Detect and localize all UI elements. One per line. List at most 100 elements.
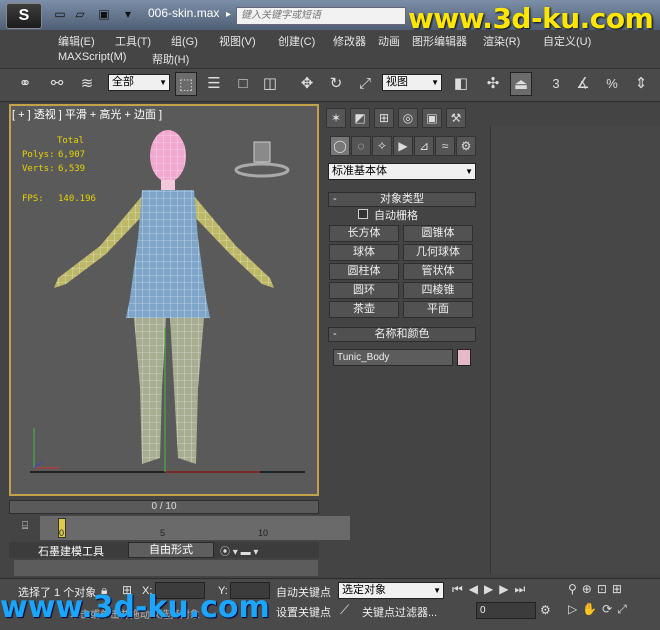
menu-help[interactable]: 帮助(H) (152, 51, 189, 67)
pyramid-button[interactable]: 四棱锥 (403, 282, 473, 299)
object-name-input[interactable]: Tunic_Body (333, 349, 453, 366)
key-filter-icon[interactable]: ⟋ (340, 602, 349, 618)
spacewarps-icon[interactable]: ≈ (435, 136, 455, 156)
tab-create-icon[interactable]: ✶ (326, 108, 346, 128)
unlink-icon[interactable]: ⚯ (46, 72, 68, 96)
pivot-center-icon[interactable]: ◧ (450, 72, 472, 96)
select-manipulate-icon[interactable]: ✣ (482, 72, 504, 96)
chevron-down-icon: ▼ (431, 78, 439, 87)
viewport-label[interactable]: [ + ] 透视 ] 平滑 + 高光 + 边面 ] (12, 106, 162, 122)
time-slider[interactable]: 0 / 10 (9, 500, 319, 514)
zoom-icon[interactable]: ⚲⊕⊡⊞ (568, 582, 627, 596)
autokey-mode-dropdown[interactable]: 选定对象 ▼ (338, 582, 444, 599)
setkey-button[interactable]: 设置关键点 (276, 604, 331, 620)
autokey-button[interactable]: 自动关键点 (276, 584, 331, 600)
playback-controls-icon[interactable]: ⏮◀▶▶⏭ (452, 582, 531, 597)
menu-rendering[interactable]: 渲染(R) (483, 33, 520, 49)
menu-create[interactable]: 创建(C) (278, 33, 315, 49)
bind-space-warp-icon[interactable]: ≋ (76, 72, 98, 96)
new-file-icon[interactable]: ▭ (52, 7, 68, 21)
helpers-icon[interactable]: ⊿ (414, 136, 434, 156)
reference-coord-dropdown[interactable]: 视图 ▼ (382, 74, 442, 91)
menu-tools[interactable]: 工具(T) (115, 33, 151, 49)
tab-modify-icon[interactable]: ◩ (350, 108, 370, 128)
primitive-category-value: 标准基本体 (332, 165, 387, 177)
move-icon[interactable]: ✥ (296, 72, 318, 96)
link-icon[interactable]: ⚭ (14, 72, 36, 96)
tab-utilities-icon[interactable]: ⚒ (446, 108, 466, 128)
time-config-icon[interactable]: ⚙ (540, 603, 551, 617)
current-frame-field[interactable]: 0 (476, 602, 536, 619)
ribbon-tab-graphite[interactable]: 石墨建模工具 (38, 543, 104, 559)
search-input[interactable]: 键入关键字或短语 (236, 7, 406, 25)
pan-orbit-icon[interactable]: ▷✋⟳⤢ (568, 602, 632, 617)
autogrid-checkbox[interactable] (358, 209, 368, 219)
select-by-name-icon[interactable]: ☰ (203, 72, 225, 96)
window-crossing-icon[interactable]: ◫ (259, 72, 281, 96)
tick-0: 0 (59, 528, 65, 538)
lights-icon[interactable]: ✧ (372, 136, 392, 156)
menu-edit[interactable]: 编辑(E) (58, 33, 95, 49)
tick-10: 10 (258, 528, 269, 538)
plane-button[interactable]: 平面 (403, 301, 473, 318)
selection-filter-dropdown[interactable]: 全部 ▼ (108, 74, 170, 91)
ribbon-panel (14, 560, 318, 576)
name-color-title: 名称和颜色 (374, 328, 430, 340)
right-empty-pane (490, 126, 660, 574)
select-object-icon[interactable]: ⬚ (175, 72, 197, 96)
cylinder-button[interactable]: 圆柱体 (329, 263, 399, 280)
tick-5: 5 (160, 528, 166, 538)
chevron-down-icon: ▼ (433, 586, 441, 595)
selection-filter-value: 全部 (112, 76, 134, 88)
ribbon-tab-freeform[interactable]: 自由形式 (128, 542, 214, 558)
cameras-icon[interactable]: ▶ (393, 136, 413, 156)
teapot-button[interactable]: 茶壶 (329, 301, 399, 318)
quick-access-more-icon[interactable]: ▾ (120, 7, 136, 21)
primitive-category-dropdown[interactable]: 标准基本体 ▼ (328, 163, 476, 180)
save-file-icon[interactable]: ▣ (96, 7, 112, 21)
chevron-down-icon: ▼ (159, 78, 167, 87)
ribbon-options-icon[interactable]: ⦿ ▾ ▬ ▾ (220, 543, 258, 558)
tab-motion-icon[interactable]: ◎ (398, 108, 418, 128)
object-color-swatch[interactable] (457, 349, 471, 366)
snaps-toggle-icon[interactable]: 3 (545, 72, 567, 96)
rect-selection-icon[interactable]: □ (232, 72, 254, 96)
character-wireframe-model[interactable] (30, 128, 310, 494)
geosphere-button[interactable]: 几何球体 (403, 244, 473, 261)
scale-icon[interactable]: ⤢ (354, 72, 376, 96)
tube-button[interactable]: 管状体 (403, 263, 473, 280)
torus-button[interactable]: 圆环 (329, 282, 399, 299)
box-button[interactable]: 长方体 (329, 225, 399, 242)
tab-hierarchy-icon[interactable]: ⊞ (374, 108, 394, 128)
sphere-button[interactable]: 球体 (329, 244, 399, 261)
menu-views[interactable]: 视图(V) (219, 33, 256, 49)
object-type-title: 对象类型 (380, 193, 424, 205)
reference-coord-value: 视图 (386, 76, 408, 88)
angle-snap-icon[interactable]: ∡ (572, 72, 594, 96)
name-color-rollout-header[interactable]: - 名称和颜色 (328, 327, 476, 342)
menu-animation[interactable]: 动画 (378, 33, 400, 49)
shapes-icon[interactable]: ◌ (351, 136, 371, 156)
app-logo-icon[interactable]: S (6, 3, 42, 29)
bottom-watermark-text: www.3d-ku.com (0, 590, 270, 625)
menu-maxscript[interactable]: MAXScript(M) (58, 51, 126, 63)
menu-modifiers[interactable]: 修改器 (333, 33, 366, 49)
track-bar[interactable] (40, 516, 350, 540)
cone-button[interactable]: 圆锥体 (403, 225, 473, 242)
menu-group[interactable]: 组(G) (171, 33, 198, 49)
track-bar-toggle-icon[interactable]: ⌸ (14, 520, 36, 536)
menu-graph-editors[interactable]: 图形编辑器 (412, 33, 467, 49)
object-type-rollout-header[interactable]: - 对象类型 (328, 192, 476, 207)
rotate-icon[interactable]: ↻ (325, 72, 347, 96)
title-expand-icon[interactable]: ▸ (226, 9, 231, 20)
keyboard-shortcut-override-icon[interactable]: ⏏ (510, 72, 532, 96)
spinner-snap-icon[interactable]: ⇕ (630, 72, 652, 96)
menu-customize[interactable]: 自定义(U) (543, 33, 591, 49)
percent-snap-icon[interactable]: % (601, 72, 623, 96)
key-filters-button[interactable]: 关键点过滤器... (362, 604, 437, 620)
autokey-mode-value: 选定对象 (342, 584, 386, 596)
systems-icon[interactable]: ⚙ (456, 136, 476, 156)
tab-display-icon[interactable]: ▣ (422, 108, 442, 128)
open-file-icon[interactable]: ▱ (72, 7, 88, 21)
geometry-icon[interactable]: ◯ (330, 136, 350, 156)
